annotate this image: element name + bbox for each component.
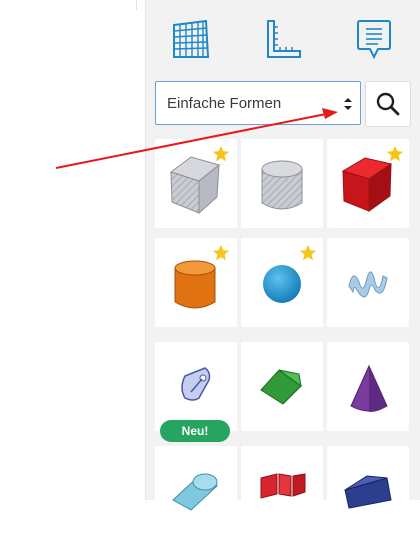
grid-icon[interactable] [165,14,215,64]
text-shape-icon [260,473,306,499]
workplane-area[interactable] [0,0,136,500]
shape-tile-scribble[interactable] [327,238,409,327]
cone-shape-icon [350,364,388,412]
category-select-value: Einfache Formen [167,94,282,112]
favorite-star-icon [212,244,230,261]
divider [136,0,137,10]
shape-tile-shape-generator[interactable] [155,342,237,431]
wedge-shape-icon [344,475,392,509]
scribble-shape-icon [348,271,388,298]
select-caret-icon [344,98,352,110]
shape-tile-cone[interactable] [327,342,409,431]
ruler-icon[interactable] [257,14,307,64]
shape-tile-cylinder-hole[interactable] [241,139,323,228]
pen-nib-icon [181,367,211,401]
round-roof-shape-icon [172,473,218,511]
roof-shape-icon [260,369,302,405]
favorite-star-icon [386,145,404,162]
favorite-star-icon [212,145,230,162]
shape-tile-wedge[interactable] [327,446,409,535]
cylinder-hole-shape-icon [261,160,303,210]
search-button[interactable] [365,81,411,127]
shape-tile-roof[interactable] [241,342,323,431]
notes-icon[interactable] [349,14,399,64]
category-select[interactable]: Einfache Formen [155,81,361,125]
shape-tile-round-roof[interactable] [155,446,237,535]
shape-tile-text[interactable] [241,446,323,535]
new-badge: Neu! [160,420,230,442]
favorite-star-icon [299,244,317,261]
search-icon [376,92,400,116]
